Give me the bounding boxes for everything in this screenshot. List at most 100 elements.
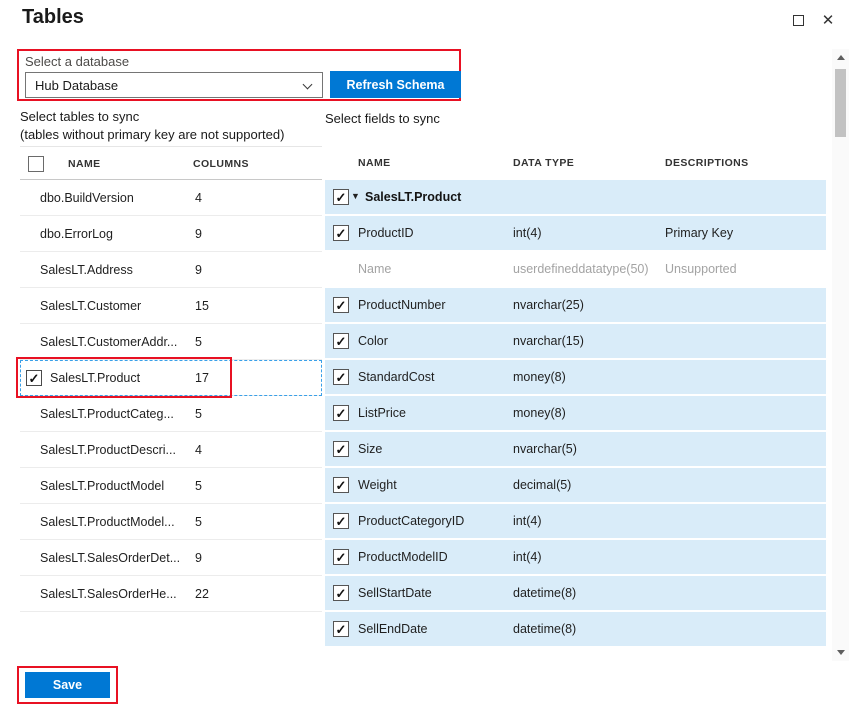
table-name: SalesLT.Address	[40, 263, 133, 277]
collapse-triangle-icon[interactable]: ▼	[351, 191, 360, 201]
table-name: SalesLT.ProductCateg...	[40, 407, 174, 421]
restore-button[interactable]	[787, 9, 809, 31]
table-row-saleslt-productmodel[interactable]: SalesLT.ProductModel 5	[20, 468, 322, 504]
table-name: SalesLT.ProductModel	[40, 479, 164, 493]
field-datatype: nvarchar(5)	[513, 442, 577, 456]
table-columns-count: 9	[195, 227, 202, 241]
table-columns-count: 5	[195, 335, 202, 349]
tables-header-name: NAME	[68, 158, 101, 170]
field-row-listprice[interactable]: ✓ ListPrice money(8)	[325, 396, 826, 430]
fields-panel-title: Select fields to sync	[325, 111, 440, 126]
table-row-saleslt-salesorderheader[interactable]: SalesLT.SalesOrderHe... 22	[20, 576, 322, 612]
fields-header-datatype: DATA TYPE	[513, 157, 574, 169]
database-select[interactable]: Hub Database	[25, 72, 323, 98]
table-row-saleslt-salesorderdetail[interactable]: SalesLT.SalesOrderDet... 9	[20, 540, 322, 576]
field-datatype: nvarchar(15)	[513, 334, 584, 348]
field-row-productnumber[interactable]: ✓ ProductNumber nvarchar(25)	[325, 288, 826, 322]
field-row-standardcost[interactable]: ✓ StandardCost money(8)	[325, 360, 826, 394]
field-checkbox[interactable]: ✓	[333, 477, 349, 493]
table-row-saleslt-product[interactable]: ✓ SalesLT.Product 17	[20, 360, 322, 396]
check-icon: ✓	[336, 227, 347, 240]
field-row-color[interactable]: ✓ Color nvarchar(15)	[325, 324, 826, 358]
field-checkbox[interactable]: ✓	[333, 513, 349, 529]
table-row-saleslt-productmodel2[interactable]: SalesLT.ProductModel... 5	[20, 504, 322, 540]
save-button[interactable]: Save	[25, 672, 110, 698]
table-row-dbo-buildversion[interactable]: dbo.BuildVersion 4	[20, 180, 322, 216]
check-icon: ✓	[336, 587, 347, 600]
select-all-checkbox[interactable]	[28, 156, 44, 172]
field-checkbox[interactable]: ✓	[333, 333, 349, 349]
field-group-name: SalesLT.Product	[365, 190, 461, 204]
scroll-up-button[interactable]	[832, 49, 849, 66]
group-checkbox[interactable]: ✓	[333, 189, 349, 205]
field-row-sellenddate[interactable]: ✓ SellEndDate datetime(8)	[325, 612, 826, 646]
check-icon: ✓	[336, 623, 347, 636]
table-name: SalesLT.ProductModel...	[40, 515, 175, 529]
field-checkbox[interactable]: ✓	[333, 369, 349, 385]
check-icon: ✓	[29, 372, 40, 385]
field-datatype: int(4)	[513, 226, 541, 240]
chevron-down-icon	[303, 80, 313, 90]
row-checkbox[interactable]: ✓	[26, 370, 42, 386]
field-row-name-unsupported: Name userdefineddatatype(50) Unsupported	[325, 252, 826, 286]
field-row-productid[interactable]: ✓ ProductID int(4) Primary Key	[325, 216, 826, 250]
field-row-productcategoryid[interactable]: ✓ ProductCategoryID int(4)	[325, 504, 826, 538]
close-button[interactable]: ✕	[817, 9, 839, 31]
table-name: SalesLT.ProductDescri...	[40, 443, 176, 457]
field-checkbox[interactable]: ✓	[333, 585, 349, 601]
field-name: SellStartDate	[358, 586, 432, 600]
scroll-down-button[interactable]	[832, 644, 849, 661]
field-name: Weight	[358, 478, 397, 492]
field-datatype: userdefineddatatype(50)	[513, 262, 649, 276]
field-checkbox[interactable]: ✓	[333, 621, 349, 637]
field-row-productmodelid[interactable]: ✓ ProductModelID int(4)	[325, 540, 826, 574]
field-checkbox[interactable]: ✓	[333, 549, 349, 565]
table-name: SalesLT.SalesOrderDet...	[40, 551, 180, 565]
field-name: StandardCost	[358, 370, 434, 384]
scroll-down-icon	[837, 650, 845, 655]
table-row-saleslt-productcategory[interactable]: SalesLT.ProductCateg... 5	[20, 396, 322, 432]
field-checkbox[interactable]: ✓	[333, 297, 349, 313]
vertical-scrollbar[interactable]	[832, 49, 849, 661]
table-name: SalesLT.SalesOrderHe...	[40, 587, 177, 601]
check-icon: ✓	[336, 443, 347, 456]
field-name: ProductID	[358, 226, 414, 240]
table-row-dbo-errorlog[interactable]: dbo.ErrorLog 9	[20, 216, 322, 252]
table-columns-count: 17	[195, 371, 209, 385]
table-columns-count: 9	[195, 551, 202, 565]
table-row-saleslt-customer[interactable]: SalesLT.Customer 15	[20, 288, 322, 324]
field-row-weight[interactable]: ✓ Weight decimal(5)	[325, 468, 826, 502]
table-name: SalesLT.CustomerAddr...	[40, 335, 177, 349]
field-row-size[interactable]: ✓ Size nvarchar(5)	[325, 432, 826, 466]
field-checkbox[interactable]: ✓	[333, 405, 349, 421]
scrollbar-thumb[interactable]	[835, 69, 846, 137]
fields-list: NAME DATA TYPE DESCRIPTIONS ✓ ▼ SalesLT.…	[325, 146, 826, 648]
check-icon: ✓	[336, 551, 347, 564]
field-description: Primary Key	[665, 226, 733, 240]
refresh-schema-button[interactable]: Refresh Schema	[330, 71, 461, 98]
table-columns-count: 4	[195, 191, 202, 205]
table-columns-count: 22	[195, 587, 209, 601]
field-group-row-saleslt-product[interactable]: ✓ ▼ SalesLT.Product	[325, 180, 826, 214]
check-icon: ✓	[336, 407, 347, 420]
field-datatype: datetime(8)	[513, 586, 576, 600]
fields-header-name: NAME	[358, 157, 391, 169]
table-row-saleslt-productdescription[interactable]: SalesLT.ProductDescri... 4	[20, 432, 322, 468]
scroll-up-icon	[837, 55, 845, 60]
field-row-sellstartdate[interactable]: ✓ SellStartDate datetime(8)	[325, 576, 826, 610]
database-select-value: Hub Database	[35, 78, 118, 93]
title-bar: Tables ✕	[0, 0, 849, 42]
table-row-saleslt-address[interactable]: SalesLT.Address 9	[20, 252, 322, 288]
table-columns-count: 15	[195, 299, 209, 313]
field-name: Name	[358, 262, 391, 276]
save-annotation: Save	[17, 666, 118, 704]
database-select-label: Select a database	[25, 54, 129, 69]
check-icon: ✓	[336, 191, 347, 204]
field-checkbox[interactable]: ✓	[333, 225, 349, 241]
field-name: ListPrice	[358, 406, 406, 420]
field-datatype: money(8)	[513, 406, 566, 420]
field-checkbox[interactable]: ✓	[333, 441, 349, 457]
table-columns-count: 5	[195, 515, 202, 529]
table-row-saleslt-customeraddress[interactable]: SalesLT.CustomerAddr... 5	[20, 324, 322, 360]
table-name: SalesLT.Product	[50, 371, 140, 385]
